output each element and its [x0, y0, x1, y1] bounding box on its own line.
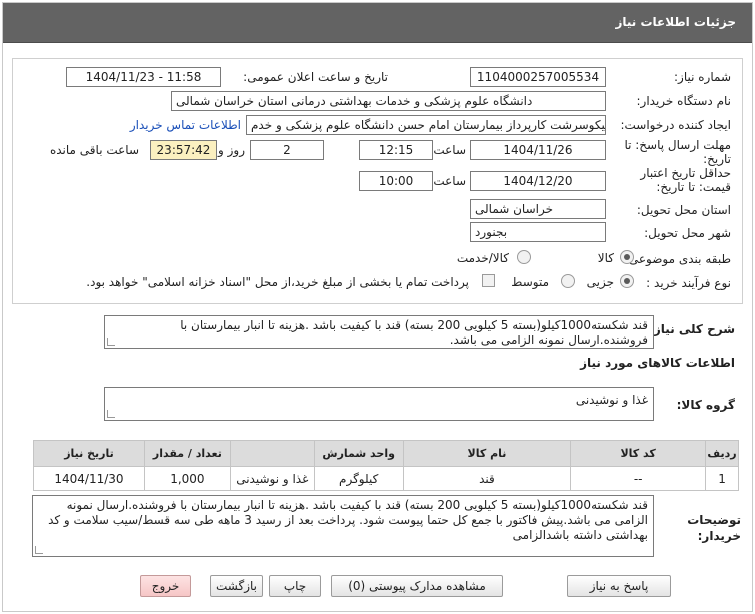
need-number-label: شماره نیاز:: [674, 70, 731, 84]
city-label: شهر محل تحویل:: [644, 226, 731, 240]
table-header-row: ردیف کد کالا نام کالا واحد شمارش تعداد /…: [33, 440, 739, 467]
announce-label: تاریخ و ساعت اعلان عمومی:: [243, 70, 388, 84]
goods-group-text: غذا و نوشیدنی: [575, 393, 648, 407]
summary-textarea: قند شکسته1000کیلو(بسته 5 کیلویی 200 بسته…: [104, 315, 654, 349]
category-goods-label: کالا: [597, 251, 614, 265]
goods-group-label: گروه کالا:: [676, 398, 735, 412]
treasury-docs-note: پرداخت تمام یا بخشی از مبلغ خرید،از محل …: [86, 275, 469, 289]
province-label: استان محل تحویل:: [636, 203, 731, 217]
creator-field: کوروش نیکوسرشت کارپرداز بیمارستان امام ح…: [246, 115, 606, 135]
send-deadline-label-2: تاریخ:: [703, 152, 731, 166]
process-medium-label: متوسط: [511, 275, 549, 289]
city-field: بجنورد: [470, 222, 606, 242]
remaining-time-field: 23:57:42: [150, 140, 217, 160]
cell-index: 1: [705, 466, 739, 491]
resize-handle-icon[interactable]: [107, 410, 115, 418]
send-deadline-time-label: ساعت: [433, 143, 466, 157]
creator-label: ایجاد کننده درخواست:: [620, 118, 731, 132]
col-header-group: [229, 440, 315, 467]
process-label: نوع فرآیند خرید :: [646, 276, 731, 290]
treasury-docs-checkbox[interactable]: [482, 274, 495, 287]
validity-label-2: قیمت: تا تاریخ:: [656, 180, 731, 194]
print-button[interactable]: چاپ: [269, 575, 321, 597]
send-deadline-date-field: 1404/11/26: [470, 140, 606, 160]
send-deadline-label: مهلت ارسال پاسخ: تا: [624, 138, 731, 152]
col-header-unit: واحد شمارش: [313, 440, 404, 467]
exit-button[interactable]: خروج: [140, 575, 191, 597]
cell-unit: کیلوگرم: [313, 466, 404, 491]
reply-button[interactable]: پاسخ به نیاز: [567, 575, 671, 597]
process-minor-radio[interactable]: [620, 274, 634, 288]
table-row: 1 -- قند کیلوگرم غذا و نوشیدنی 1,000 140…: [33, 466, 739, 491]
cell-date: 1404/11/30: [33, 466, 145, 491]
buyer-org-field: دانشگاه علوم پزشکی و خدمات بهداشتی درمان…: [171, 91, 606, 111]
buyer-notes-text: قند شکسته1000کیلو(بسته 5 کیلویی 200 بسته…: [48, 498, 648, 542]
col-header-index: ردیف: [705, 440, 739, 467]
resize-handle-icon[interactable]: [107, 338, 115, 346]
goods-info-title: اطلاعات کالاهای مورد نیاز: [580, 356, 735, 370]
buyer-contact-link[interactable]: اطلاعات تماس خریدار: [130, 118, 241, 132]
view-attachments-button[interactable]: مشاهده مدارک پیوستی (0): [331, 575, 503, 597]
cell-name: قند: [402, 466, 572, 491]
back-button[interactable]: بازگشت: [210, 575, 263, 597]
announce-datetime-field: 1404/11/23 - 11:58: [66, 67, 221, 87]
category-goods-service-radio[interactable]: [517, 250, 531, 264]
buyer-notes-label-2: خریدار:: [697, 529, 741, 543]
summary-label: شرح کلی نیاز:: [649, 322, 735, 336]
days-remaining-field: 2: [250, 140, 324, 160]
validity-time-label: ساعت: [433, 174, 466, 188]
province-field: خراسان شمالی: [470, 199, 606, 219]
cell-quantity: 1,000: [143, 466, 231, 491]
col-header-name: نام کالا: [402, 440, 572, 467]
process-minor-label: جزیی: [586, 275, 614, 289]
col-header-code: کد کالا: [570, 440, 707, 467]
buyer-org-label: نام دستگاه خریدار:: [636, 94, 732, 108]
col-header-date: تاریخ نیاز: [33, 440, 145, 467]
validity-date-field: 1404/12/20: [470, 171, 606, 191]
cell-code: --: [570, 466, 707, 491]
header-bar: جزئیات اطلاعات نیاز: [3, 3, 752, 43]
category-label: طبقه بندی موضوعی:: [624, 252, 731, 266]
validity-label: حداقل تاریخ اعتبار: [640, 166, 731, 180]
goods-group-field: غذا و نوشیدنی: [104, 387, 654, 421]
remaining-time-label: ساعت باقی مانده: [49, 143, 139, 157]
validity-time-field: 10:00: [359, 171, 433, 191]
resize-handle-icon[interactable]: [35, 546, 43, 554]
process-medium-radio[interactable]: [561, 274, 575, 288]
col-header-quantity: تعداد / مقدار: [143, 440, 231, 467]
buyer-notes-textarea: قند شکسته1000کیلو(بسته 5 کیلویی 200 بسته…: [32, 495, 654, 557]
category-goods-radio[interactable]: [620, 250, 634, 264]
send-deadline-time-field: 12:15: [359, 140, 433, 160]
goods-table: ردیف کد کالا نام کالا واحد شمارش تعداد /…: [33, 440, 739, 491]
cell-group: غذا و نوشیدنی: [229, 466, 315, 491]
buyer-notes-label: توضیحات: [687, 513, 741, 527]
summary-text: قند شکسته1000کیلو(بسته 5 کیلویی 200 بسته…: [180, 318, 648, 347]
page-title: جزئیات اطلاعات نیاز: [615, 15, 736, 29]
need-number-field: 1104000257005534: [470, 67, 606, 87]
days-and-label: روز و: [218, 143, 245, 157]
category-goods-service-label: کالا/خدمت: [456, 251, 509, 265]
